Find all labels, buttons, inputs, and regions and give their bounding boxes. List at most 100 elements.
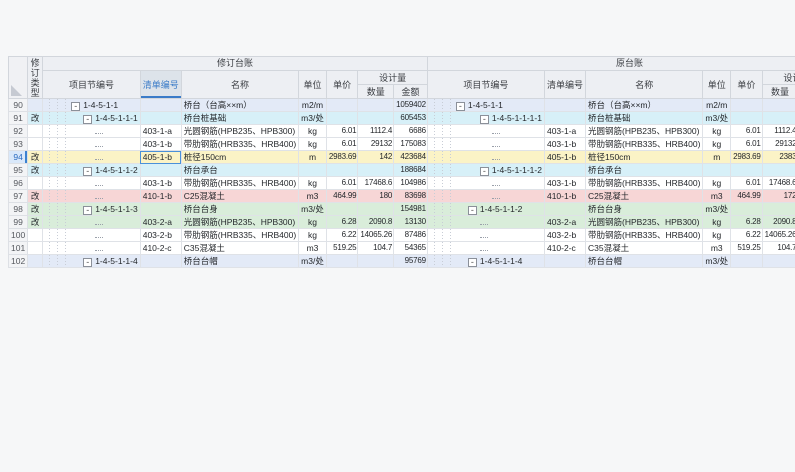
right-list-number-cell[interactable]: 403-2-a <box>544 216 585 229</box>
left-price-column-header[interactable]: 单价 <box>326 71 358 99</box>
revision-type-cell[interactable]: 改 <box>28 164 43 177</box>
revision-type-cell[interactable] <box>28 138 43 151</box>
right-qty-cell[interactable]: 1112.4 <box>762 125 795 138</box>
revision-type-cell[interactable]: 改 <box>28 203 43 216</box>
left-name-cell[interactable]: 桥台台身 <box>181 203 298 216</box>
left-name-cell[interactable]: 光圆钢筋(HPB235、HPB300) <box>181 125 298 138</box>
left-amount-cell[interactable]: 605453 <box>394 112 428 125</box>
left-unit-cell[interactable] <box>299 164 327 177</box>
right-node-cell[interactable] <box>427 229 544 242</box>
left-name-cell[interactable]: 带肋钢筋(HRB335、HRB400) <box>181 229 298 242</box>
left-list-number-cell[interactable]: 410-1-b <box>140 190 181 203</box>
row-number[interactable]: 94 <box>9 151 28 164</box>
revision-type-cell[interactable]: 改 <box>28 151 43 164</box>
right-unit-cell[interactable]: kg <box>703 229 731 242</box>
left-qty-cell[interactable] <box>358 255 394 268</box>
left-price-cell[interactable]: 6.01 <box>326 125 358 138</box>
right-list-number-cell[interactable] <box>544 164 585 177</box>
right-name-cell[interactable]: 桥台桩基础 <box>585 112 702 125</box>
right-unit-cell[interactable]: m3/处 <box>703 112 731 125</box>
left-amount-cell[interactable]: 6686 <box>394 125 428 138</box>
left-name-cell[interactable]: 桥台桩基础 <box>181 112 298 125</box>
right-node-cell[interactable] <box>427 190 544 203</box>
right-qty-cell[interactable] <box>762 99 795 112</box>
left-amount-cell[interactable]: 54365 <box>394 242 428 255</box>
left-amount-cell[interactable]: 154981 <box>394 203 428 216</box>
right-qty-cell[interactable]: 14065.26 <box>762 229 795 242</box>
right-unit-cell[interactable]: m2/m <box>703 99 731 112</box>
right-qty-cell[interactable]: 17468.6 <box>762 177 795 190</box>
right-qty-cell[interactable]: 29132 <box>762 138 795 151</box>
row-number[interactable]: 92 <box>9 125 28 138</box>
revision-type-cell[interactable] <box>28 125 43 138</box>
left-amount-cell[interactable]: 175083 <box>394 138 428 151</box>
left-amount-cell[interactable]: 104986 <box>394 177 428 190</box>
right-node-cell[interactable] <box>427 151 544 164</box>
revision-type-cell[interactable] <box>28 99 43 112</box>
right-qty-cell[interactable]: 2090.8 <box>762 216 795 229</box>
left-amount-cell[interactable]: 423684 <box>394 151 428 164</box>
right-list-number-cell[interactable] <box>544 255 585 268</box>
right-name-cell[interactable]: 带肋钢筋(HRB335、HRB400) <box>585 177 702 190</box>
right-unit-column-header[interactable]: 单位 <box>703 71 731 99</box>
revision-type-cell[interactable]: 改 <box>28 216 43 229</box>
right-list-number-cell[interactable]: 403-1-b <box>544 138 585 151</box>
left-qty-cell[interactable]: 29132 <box>358 138 394 151</box>
right-qty-cell[interactable] <box>762 164 795 177</box>
left-node-cell[interactable]: -1-4-5-1-1-3 <box>43 203 141 216</box>
revision-type-cell[interactable] <box>28 255 43 268</box>
right-price-cell[interactable]: 519.25 <box>731 242 763 255</box>
right-unit-cell[interactable]: m3/处 <box>703 255 731 268</box>
right-node-column-header[interactable]: 项目节编号 <box>427 71 544 99</box>
left-node-cell[interactable] <box>43 151 141 164</box>
left-price-cell[interactable]: 6.28 <box>326 216 358 229</box>
left-unit-cell[interactable]: kg <box>299 229 327 242</box>
right-name-cell[interactable]: 桥台台身 <box>585 203 702 216</box>
left-node-cell[interactable] <box>43 138 141 151</box>
right-price-column-header[interactable]: 单价 <box>731 71 763 99</box>
right-node-cell[interactable] <box>427 177 544 190</box>
revision-type-cell[interactable] <box>28 229 43 242</box>
left-node-cell[interactable]: -1-4-5-1-1-1 <box>43 112 141 125</box>
left-qty-column-header[interactable]: 数量 <box>358 85 394 99</box>
right-name-cell[interactable]: C25混凝土 <box>585 190 702 203</box>
left-amount-cell[interactable]: 188684 <box>394 164 428 177</box>
right-qty-cell[interactable] <box>762 203 795 216</box>
right-price-cell[interactable] <box>731 203 763 216</box>
left-unit-cell[interactable]: m <box>299 151 327 164</box>
left-list-number-cell[interactable]: 403-1-b <box>140 138 181 151</box>
right-node-cell[interactable]: -1-4-5-1-1-4 <box>427 255 544 268</box>
left-price-cell[interactable]: 6.01 <box>326 177 358 190</box>
row-number[interactable]: 102 <box>9 255 28 268</box>
collapse-minus-icon[interactable]: - <box>71 102 80 111</box>
left-price-cell[interactable]: 6.22 <box>326 229 358 242</box>
left-name-cell[interactable]: 带肋钢筋(HRB335、HRB400) <box>181 138 298 151</box>
select-all-corner[interactable] <box>9 57 28 99</box>
left-qty-cell[interactable]: 180 <box>358 190 394 203</box>
left-list-number-cell[interactable]: 405-1-b <box>140 151 181 164</box>
collapse-minus-icon[interactable]: - <box>468 206 477 215</box>
right-price-cell[interactable] <box>731 99 763 112</box>
left-price-cell[interactable]: 6.01 <box>326 138 358 151</box>
left-qty-cell[interactable] <box>358 112 394 125</box>
right-price-cell[interactable]: 464.99 <box>731 190 763 203</box>
right-price-cell[interactable]: 6.01 <box>731 177 763 190</box>
left-unit-cell[interactable]: kg <box>299 138 327 151</box>
left-amount-cell[interactable]: 13130 <box>394 216 428 229</box>
left-list-number-cell[interactable] <box>140 112 181 125</box>
right-name-cell[interactable]: 桥台台帽 <box>585 255 702 268</box>
row-number[interactable]: 101 <box>9 242 28 255</box>
left-qty-cell[interactable]: 17468.6 <box>358 177 394 190</box>
right-name-cell[interactable]: 桥台（台高××m） <box>585 99 702 112</box>
left-qty-cell[interactable]: 104.7 <box>358 242 394 255</box>
right-qty-cell[interactable]: 104.7 <box>762 242 795 255</box>
row-number[interactable]: 97 <box>9 190 28 203</box>
left-unit-cell[interactable]: m3 <box>299 190 327 203</box>
left-name-cell[interactable]: 桩径150cm <box>181 151 298 164</box>
right-unit-cell[interactable]: kg <box>703 138 731 151</box>
right-qty-cell[interactable] <box>762 255 795 268</box>
right-qty-cell[interactable]: 2383 <box>762 151 795 164</box>
left-amount-cell[interactable]: 1059402 <box>394 99 428 112</box>
original-ledger-group-header[interactable]: 原台账 <box>427 57 795 71</box>
right-unit-cell[interactable]: m3/处 <box>703 203 731 216</box>
